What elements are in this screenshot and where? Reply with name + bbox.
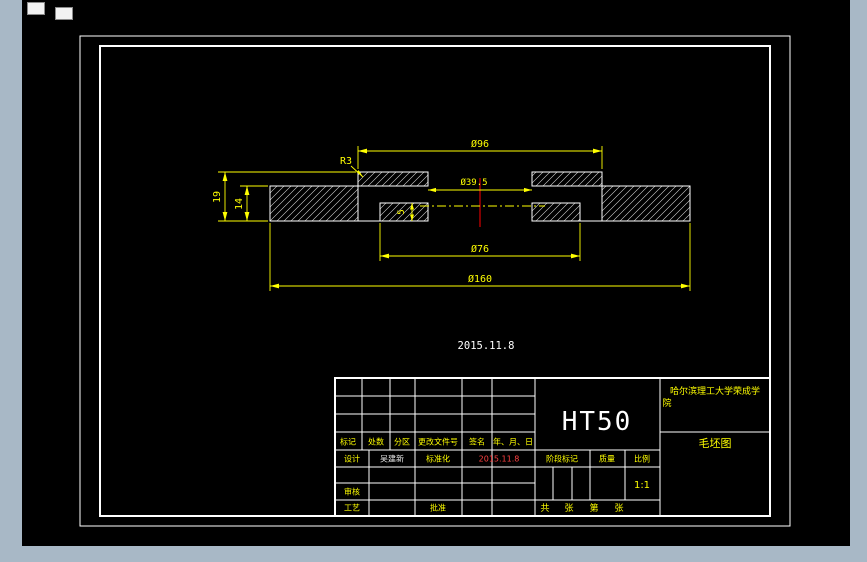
drawing-svg: Ø96 19 14 R3 Ø39.5 5 Ø76 Ø160 2015.11.8 … (79, 35, 791, 527)
flange-left (269, 185, 359, 222)
arrowhead (244, 186, 250, 195)
date-note: 2015.11.8 (458, 340, 515, 352)
dim-diameter-160: Ø160 (468, 273, 492, 285)
dim-diameter-39-5: Ø39.5 (460, 177, 487, 188)
ui-artifact-1 (27, 2, 45, 15)
arrowhead (571, 253, 580, 259)
tb-scale-value: 1:1 (634, 480, 650, 491)
dim-height-19: 19 (212, 191, 223, 203)
tb-total-label: 共 (540, 503, 549, 514)
arrowhead (593, 148, 602, 154)
tb-sheet-label: 张 (564, 503, 573, 514)
tb-material: HT50 (562, 407, 633, 437)
tb-header-mark: 标记 (340, 437, 356, 447)
flange-right (601, 185, 691, 222)
tb-stage-mark-label: 阶段标记 (546, 454, 578, 464)
arrowhead (222, 172, 228, 181)
tb-school-name-line2: 院 (662, 397, 671, 409)
dim-radius-3: R3 (340, 156, 352, 167)
app-window: Ø96 19 14 R3 Ø39.5 5 Ø76 Ø160 2015.11.8 … (0, 0, 867, 562)
tb-role-check: 审核 (344, 487, 360, 497)
arrowhead (270, 283, 279, 289)
ui-artifact-2 (55, 7, 73, 20)
hub-right (531, 171, 603, 187)
tb-no-label: 第 (589, 502, 598, 514)
tb-scale-label: 比例 (634, 454, 650, 464)
tb-role-process: 工艺 (344, 504, 360, 513)
arrowhead (244, 212, 250, 221)
arrowhead (222, 212, 228, 221)
title-block: 标记 处数 分区 更改文件号 签名 年、月、日 设计 标准化 审核 工艺 批准 … (334, 377, 771, 517)
tb-header-date: 年、月、日 (493, 437, 533, 447)
tb-role-design: 设计 (344, 454, 360, 464)
tb-header-doc-no: 更改文件号 (418, 437, 458, 447)
dim-diameter-96: Ø96 (471, 138, 489, 150)
tb-role-standardization: 标准化 (426, 454, 450, 464)
hub-left (357, 171, 429, 187)
dim-diameter-76: Ø76 (471, 243, 489, 255)
arrowhead (524, 187, 532, 193)
tb-weight-label: 质量 (599, 454, 615, 464)
tb-red-date: 2015.11.8 (479, 455, 520, 464)
tb-designer-signature: 吴建新 (380, 454, 404, 464)
tb-header-count: 处数 (368, 437, 384, 447)
arrowhead (380, 253, 389, 259)
tb-header-zone: 分区 (394, 438, 410, 447)
arrowhead (681, 283, 690, 289)
arrowhead (428, 187, 436, 193)
outer-frame (79, 35, 791, 527)
tb-header-sign: 签名 (469, 437, 485, 447)
tb-role-approve: 批准 (430, 503, 446, 513)
dim-height-14: 14 (234, 198, 245, 210)
arrowhead (358, 148, 367, 154)
cad-canvas[interactable]: Ø96 19 14 R3 Ø39.5 5 Ø76 Ø160 2015.11.8 … (22, 0, 850, 546)
dim-depth-5: 5 (397, 209, 407, 214)
tb-sheet2-label: 张 (614, 503, 623, 514)
tb-drawing-title: 毛坯图 (699, 437, 732, 450)
drawing-frame (79, 35, 791, 527)
tb-school-name-line1: 哈尔滨理工大学荣成学 (670, 385, 760, 397)
